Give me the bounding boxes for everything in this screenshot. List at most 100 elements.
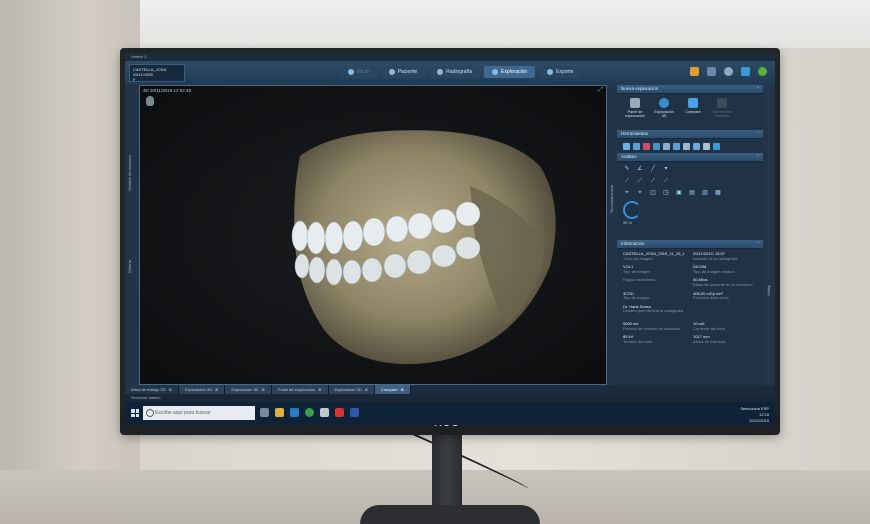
- home-icon: [348, 69, 354, 75]
- tab-label: Radiografía: [446, 69, 473, 75]
- rail-label-galeria[interactable]: Galería: [127, 260, 132, 273]
- annotation-icon[interactable]: ▣: [675, 189, 683, 197]
- close-icon[interactable]: ⊗: [215, 385, 218, 394]
- section-header-analisis[interactable]: Análisis ⌃: [617, 153, 763, 162]
- tool-icon[interactable]: [663, 143, 670, 150]
- angle-icon[interactable]: ∠: [636, 165, 644, 173]
- info-paciente-button[interactable]: Información Paciente: [710, 98, 734, 126]
- tooth-icon[interactable]: ▾: [662, 165, 670, 173]
- patient-card[interactable]: CASTELLA_JOSA 25/11/1955 F: [129, 64, 185, 82]
- rail-label-reconstruccion[interactable]: Reconstrucción: [609, 185, 614, 213]
- print-icon[interactable]: [703, 143, 710, 150]
- measure-icon[interactable]: ⟋: [662, 177, 670, 185]
- patient-icon: [388, 69, 395, 75]
- doc-tab-exploracion-3d[interactable]: Exploración 3D ⊗: [178, 385, 226, 394]
- annotation-icon[interactable]: ▥: [701, 189, 709, 197]
- annotation-icon[interactable]: ◫: [649, 189, 657, 197]
- close-icon[interactable]: ⊗: [318, 385, 321, 394]
- window-titlebar: Vatech 3: [125, 53, 775, 61]
- button-label: Panel de exploración: [625, 110, 645, 119]
- status-bar: Servicios Vatech: [125, 394, 775, 402]
- annotation-icon[interactable]: ◳: [662, 189, 670, 197]
- rail-label-recursos[interactable]: Gestión de recursos: [127, 155, 132, 191]
- ruler-icon[interactable]: ✎: [623, 165, 631, 173]
- close-icon[interactable]: ⊗: [400, 385, 403, 394]
- top-toolbar: CASTELLA_JOSA 25/11/1955 F Inicio Pacien…: [125, 61, 775, 85]
- tool-icon[interactable]: [653, 143, 660, 150]
- measure-icon[interactable]: ⟋: [649, 177, 657, 185]
- vatech-icon[interactable]: [350, 408, 359, 417]
- xray-icon: [437, 69, 444, 75]
- tool-icon[interactable]: [623, 143, 630, 150]
- tab-exporte[interactable]: Exporte: [539, 66, 582, 78]
- section-header-nueva[interactable]: Nueva exploración ⌃: [617, 85, 763, 94]
- outlook-icon[interactable]: [290, 408, 299, 417]
- doc-tab-label: Exploración 3D: [334, 387, 362, 392]
- gear-icon[interactable]: [724, 67, 733, 76]
- close-icon[interactable]: ⊗: [261, 385, 264, 394]
- status-icon[interactable]: [758, 67, 767, 76]
- section-header-informacion[interactable]: Información ⌃: [617, 240, 763, 249]
- tool-icon[interactable]: [683, 143, 690, 150]
- compare-icon: [688, 98, 698, 108]
- 3d-viewport[interactable]: 3D 20/11/2019 12:02:49 ⤢: [139, 85, 607, 385]
- chrome-icon[interactable]: [305, 408, 314, 417]
- taskbar-apps: [260, 408, 359, 417]
- doc-tab-compare[interactable]: Compare ⊗: [375, 385, 411, 394]
- line-icon[interactable]: ╱: [649, 165, 657, 173]
- info-key: Tensión del tubo: [623, 338, 653, 344]
- doc-tab-exploracion-3d[interactable]: Exploración 3D ⊗: [328, 385, 375, 394]
- exploracion-3d-button[interactable]: Exploración 3D: [652, 98, 676, 126]
- system-tray: Selecciona ESP 12:18 20/11/2019: [740, 406, 769, 424]
- gauge-value: 90 %: [623, 220, 633, 225]
- top-right-icons: [690, 67, 767, 76]
- tool-icon[interactable]: [673, 143, 680, 150]
- file-explorer-icon[interactable]: [275, 408, 284, 417]
- clock-date[interactable]: 20/11/2019: [740, 418, 769, 424]
- tab-label: Paciente: [397, 69, 418, 75]
- document-tabs: Árbol de trabajo 2D ⊗ Exploración 3D ⊗ Exp…: [125, 385, 775, 394]
- analysis-tools: ✎ ∠ ╱ ▾ ⟋ ⟋ ⟋ ⟋ ⌖ ⌖ ◫ ◳ ▣ ▤ ▥ ▦ 90 %: [617, 162, 763, 240]
- tools-icon[interactable]: [707, 67, 716, 76]
- compare-button[interactable]: Compare: [681, 98, 705, 126]
- tab-radiografia[interactable]: Radiografía: [429, 66, 481, 78]
- close-icon[interactable]: ⊗: [168, 385, 171, 394]
- measure-icon[interactable]: ⟋: [623, 177, 631, 185]
- rail-label-multip[interactable]: Multip: [766, 285, 771, 296]
- tool-icon[interactable]: [713, 143, 720, 150]
- skull-orientation-icon[interactable]: [146, 96, 154, 106]
- task-view-icon[interactable]: [260, 408, 269, 417]
- annotation-icon[interactable]: ⌖: [623, 189, 631, 197]
- annotation-icon[interactable]: ▦: [714, 189, 722, 197]
- maximize-icon[interactable]: ⤢: [598, 87, 603, 94]
- tab-paciente[interactable]: Paciente: [380, 66, 426, 78]
- doc-tab-panel-exploracion[interactable]: Panel de exploración ⊗: [271, 385, 329, 394]
- info-key: Producto área dosis: [693, 295, 729, 301]
- chevron-up-icon: ⌃: [756, 131, 760, 136]
- annotation-icon[interactable]: ⌖: [636, 189, 644, 197]
- zoom-gauge-icon[interactable]: [623, 201, 641, 219]
- windows-start-icon[interactable]: [131, 409, 139, 417]
- acrobat-icon[interactable]: [335, 408, 344, 417]
- tab-exploracion[interactable]: Exploración: [484, 66, 536, 78]
- button-label: Exploración 3D: [654, 110, 674, 119]
- info-key: Tipo de imagen médica: [693, 268, 735, 274]
- tab-inicio[interactable]: Inicio: [340, 66, 377, 78]
- doc-tab-exploracion-3d[interactable]: Exploración 3D ⊗: [225, 385, 272, 394]
- panel-exploracion-button[interactable]: Panel de exploración: [623, 98, 647, 126]
- tool-icon[interactable]: [693, 143, 700, 150]
- app-icon[interactable]: [320, 408, 329, 417]
- info-icon: [717, 98, 727, 108]
- notes-icon[interactable]: [690, 67, 699, 76]
- tool-icon[interactable]: [643, 143, 650, 150]
- measure-icon[interactable]: ⟋: [636, 177, 644, 185]
- user-icon[interactable]: [741, 67, 750, 76]
- tool-icon[interactable]: [633, 143, 640, 150]
- annotation-icon[interactable]: ▤: [688, 189, 696, 197]
- taskbar-search-input[interactable]: Escribe aquí para buscar: [143, 406, 255, 420]
- section-header-herramientas[interactable]: Herramientas ⌃: [617, 130, 763, 139]
- doc-tab-arbol[interactable]: Árbol de trabajo 2D ⊗: [125, 385, 179, 394]
- close-icon[interactable]: ⊗: [365, 385, 368, 394]
- info-key: Corriente del tubo: [693, 325, 725, 331]
- viewport-label: 3D 20/11/2019 12:02:49: [143, 88, 191, 93]
